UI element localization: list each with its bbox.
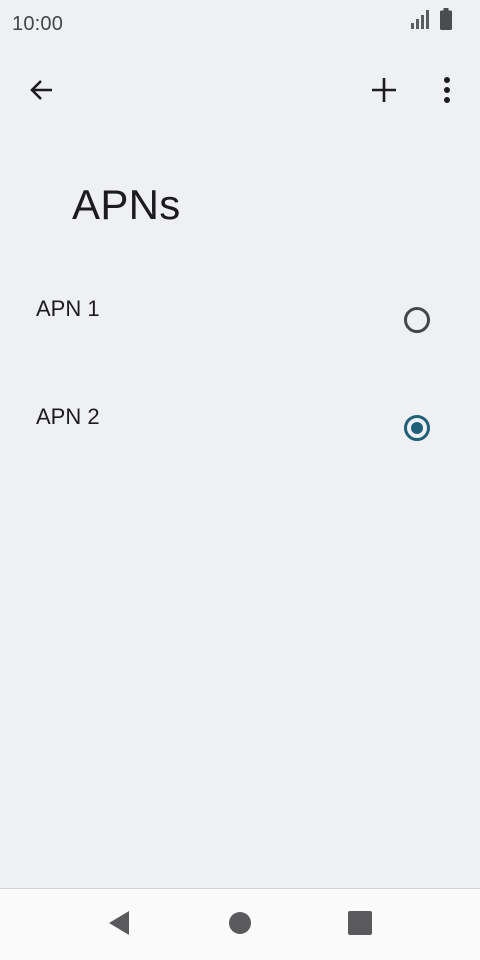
page-title: APNs: [72, 181, 181, 228]
radio-button[interactable]: [404, 307, 430, 333]
more-options-button[interactable]: [423, 68, 471, 116]
apn-label: APN 2: [36, 404, 100, 429]
signal-icon: [410, 8, 432, 35]
status-time: 10:00: [12, 13, 64, 35]
apn-list: APN 1 APN 2: [0, 270, 480, 486]
status-bar: 10:00: [0, 0, 480, 50]
nav-back-icon: [107, 910, 131, 941]
apn-label: APN 1: [36, 296, 100, 321]
battery-icon: [440, 8, 452, 35]
plus-icon: [370, 76, 398, 109]
nav-home-button[interactable]: [216, 901, 264, 949]
nav-home-icon: [228, 911, 252, 940]
navigation-bar: [0, 888, 480, 960]
nav-recents-button[interactable]: [336, 901, 384, 949]
more-vert-icon: [443, 76, 451, 109]
list-item[interactable]: APN 1: [0, 270, 480, 378]
nav-recents-icon: [348, 910, 372, 940]
back-button[interactable]: [18, 68, 66, 116]
radio-button[interactable]: [404, 415, 430, 441]
list-item[interactable]: APN 2: [0, 378, 480, 486]
status-icons: [410, 8, 452, 35]
add-apn-button[interactable]: [360, 68, 408, 116]
nav-back-button[interactable]: [95, 901, 143, 949]
arrow-left-icon: [28, 76, 56, 109]
app-bar: [0, 58, 480, 126]
